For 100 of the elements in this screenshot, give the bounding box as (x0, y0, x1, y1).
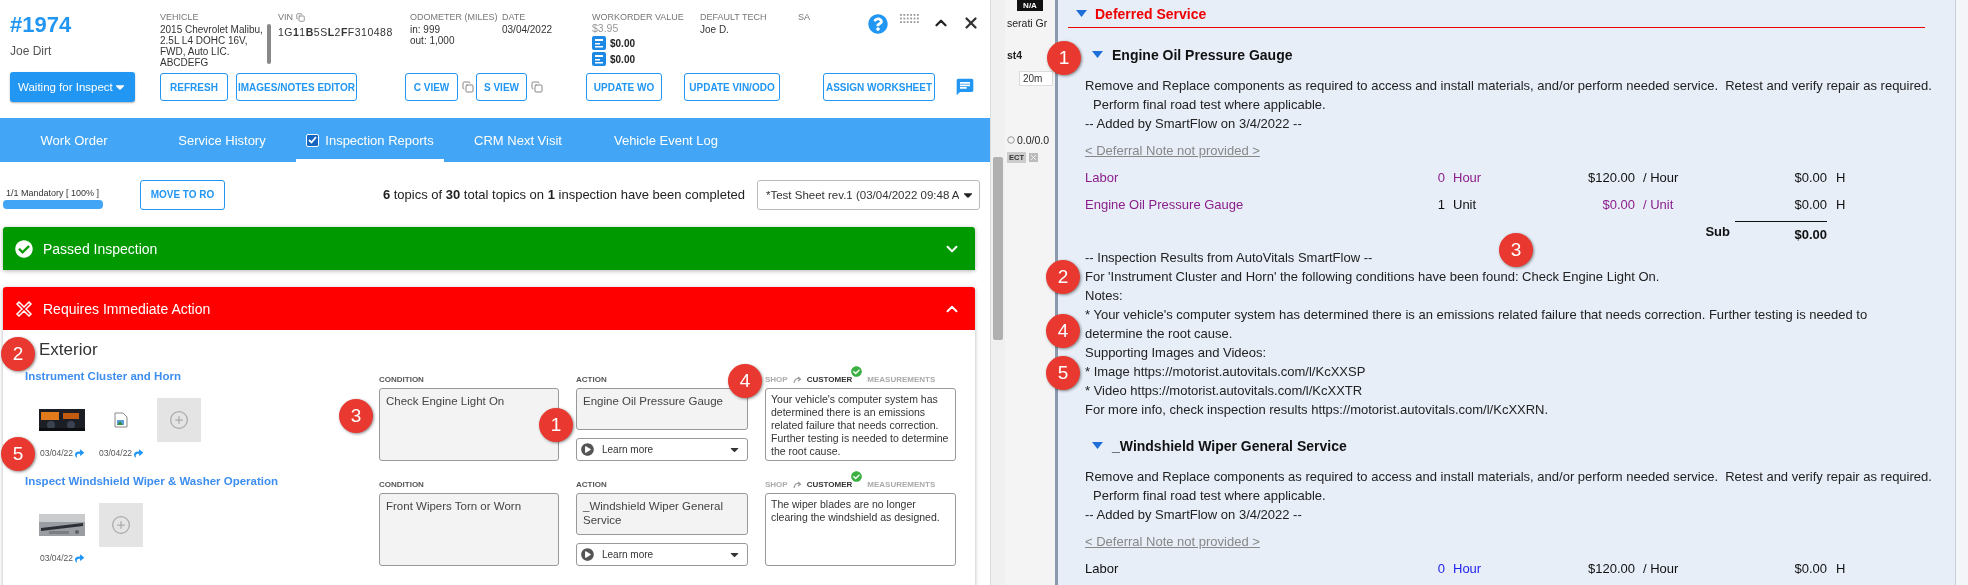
help-icon[interactable] (868, 14, 888, 34)
result-text: * Image https://motorist.autovitals.com/l/KcXXSP (1085, 363, 1366, 381)
amount-value: $0.00 (610, 53, 636, 65)
tab[interactable]: Work Order (0, 118, 148, 162)
line-rate[interactable]: $0.00 (1535, 197, 1635, 212)
line-quantity: 1 (1436, 197, 1445, 212)
inspection-item-link[interactable]: Inspect Windshield Wiper & Washer Operation (25, 475, 279, 493)
broken-image-icon[interactable] (114, 412, 129, 428)
line-type-label: H (1835, 197, 1847, 212)
amount-value: $0.00 (610, 37, 636, 49)
field-label: DATE (502, 12, 526, 22)
status-badge: N/A (1017, 0, 1043, 11)
learn-more-dropdown[interactable]: Learn more (576, 543, 748, 566)
view-button[interactable]: C VIEW (405, 73, 458, 101)
line-type-label: H (1835, 561, 1847, 576)
field-value: 03/04/2022 (502, 24, 554, 35)
customer-note-field[interactable]: Your vehicle's computer system has determined there is an emissions related failure that needs correction. Further testing is needed to determine the root cause. (765, 388, 956, 461)
tab[interactable]: Inspection Reports (296, 118, 444, 162)
note-tab[interactable]: CUSTOMER (806, 375, 853, 384)
condition-field[interactable]: Front Wipers Torn or Worn (379, 493, 559, 566)
status-dropdown[interactable]: Waiting for Inspect (10, 72, 135, 102)
action-button[interactable]: UPDATE WO (586, 73, 662, 101)
tab[interactable]: CRM Next Visit (444, 118, 592, 162)
line-name[interactable]: Labor (1085, 170, 1430, 185)
result-text: * Your vehicle's computer system has determined there is an emissions related failure that needs correction. Further testing is needed to determine the root cause. (1085, 306, 1869, 343)
chat-icon[interactable] (955, 77, 975, 97)
check-icon (851, 471, 863, 482)
result-text: * Video https://motorist.autovitals.com/l/KcXXTR (1085, 382, 1363, 400)
condition-label: CONDITION (379, 479, 424, 489)
field-value: out: 1,000 (410, 35, 456, 46)
field-value: Joe D. (700, 24, 730, 35)
result-text: For 'Instrument Cluster and Horn' the following conditions have been found: Check Engine Light On. (1085, 268, 1660, 286)
expand-triangle-icon[interactable] (1092, 442, 1103, 450)
action-button[interactable]: IMAGES/NOTES EDITOR (236, 73, 357, 101)
section-header[interactable]: Passed Inspection (3, 227, 975, 270)
learn-more-dropdown[interactable]: Learn more (576, 438, 748, 461)
copy-icon[interactable] (296, 12, 305, 22)
line-total: $0.00 (1793, 170, 1827, 185)
tab[interactable]: Vehicle Event Log (592, 118, 740, 162)
deferral-note-link[interactable]: < Deferral Note not provided > (1085, 141, 1260, 160)
note-tab[interactable]: SHOP (765, 375, 788, 384)
field-label: VEHICLE (160, 12, 199, 22)
action-button[interactable]: ASSIGN WORKSHEET (823, 73, 935, 101)
photo-date: 03/04/22 (39, 553, 74, 563)
share-icon[interactable] (75, 553, 85, 563)
line-rate-unit: / Hour (1642, 170, 1680, 185)
total-value: $3.95 (592, 22, 620, 34)
note-tab[interactable]: MEASUREMENTS (867, 375, 936, 384)
add-photo-button[interactable] (99, 503, 143, 547)
added-note: -- Added by SmartFlow on 3/4/2022 -- (1085, 115, 1302, 133)
checkbox[interactable] (306, 133, 320, 147)
description-text: Remove and Replace components as required to access and install materials, and/or perform needed service. Retest and verify repair as required. (1085, 77, 1932, 95)
vehicle-text: serati Gr (1007, 17, 1049, 29)
action-field[interactable]: Engine Oil Pressure Gauge (576, 388, 748, 430)
expand-triangle-icon[interactable] (1076, 9, 1087, 18)
check-icon (851, 366, 863, 377)
line-rate: $120.00 (1587, 170, 1635, 185)
photo-date: 03/04/22 (39, 448, 74, 458)
close-icon[interactable] (962, 14, 980, 32)
label-text: st4 (1007, 49, 1024, 61)
plus-icon (111, 515, 131, 535)
share-icon[interactable] (134, 448, 144, 458)
line-quantity[interactable]: 0 (1430, 561, 1445, 576)
field-value: FWD, Auto LIC. (160, 46, 231, 57)
inspection-select[interactable]: *Test Sheet rev.1 (03/04/2022 09:48 A (757, 179, 980, 210)
action-button[interactable]: UPDATE VIN/ODO (684, 73, 780, 101)
deferral-note-link[interactable]: < Deferral Note not provided > (1085, 532, 1260, 551)
section-header[interactable]: Requires Immediate Action (3, 287, 975, 330)
line-quantity[interactable]: 0 (1430, 170, 1445, 185)
field-label: DEFAULT TECH (700, 12, 767, 22)
move-to-ro-button[interactable]: MOVE TO RO (140, 179, 225, 210)
view-button[interactable]: S VIEW (476, 73, 527, 101)
note-tab[interactable]: SHOP (765, 480, 788, 489)
customer-name: Joe Dirt (10, 44, 53, 58)
clock-icon (1007, 136, 1015, 144)
line-unit: Unit (1452, 197, 1478, 212)
line-name[interactable]: Engine Oil Pressure Gauge (1085, 197, 1430, 212)
rating-text: 0.0/0.0 (1017, 134, 1050, 146)
note-tab[interactable]: MEASUREMENTS (867, 480, 936, 489)
share-icon[interactable] (75, 448, 85, 458)
customer-note-field[interactable]: The wiper blades are no longer clearing the windshield as designed. (765, 493, 956, 566)
add-photo-button[interactable] (157, 398, 202, 442)
copy-icon[interactable] (462, 81, 474, 93)
scrollbar-thumb[interactable] (993, 157, 1003, 340)
expand-triangle-icon[interactable] (1092, 51, 1103, 59)
condition-label: CONDITION (379, 374, 424, 384)
field-label: VIN (278, 12, 293, 22)
action-field[interactable]: _Windshield Wiper General Service (576, 493, 748, 535)
vin-value: 1G11B5SL2FF310488 (278, 26, 394, 38)
action-label: ACTION (576, 374, 607, 384)
inspection-item-link[interactable]: Instrument Cluster and Horn (25, 370, 181, 388)
scrollbar-thumb[interactable] (266, 24, 271, 64)
tab[interactable]: Service History (148, 118, 296, 162)
action-label: ACTION (576, 479, 607, 489)
copy-icon[interactable] (531, 81, 543, 93)
action-button[interactable]: REFRESH (160, 73, 228, 101)
description-text: Remove and Replace components as required to access and install materials, and/or perform needed service. Retest and verify repair as required. (1085, 468, 1932, 486)
redo-arrow-icon (792, 481, 802, 489)
grid-icon[interactable] (900, 14, 920, 24)
note-tab[interactable]: CUSTOMER (806, 480, 853, 489)
